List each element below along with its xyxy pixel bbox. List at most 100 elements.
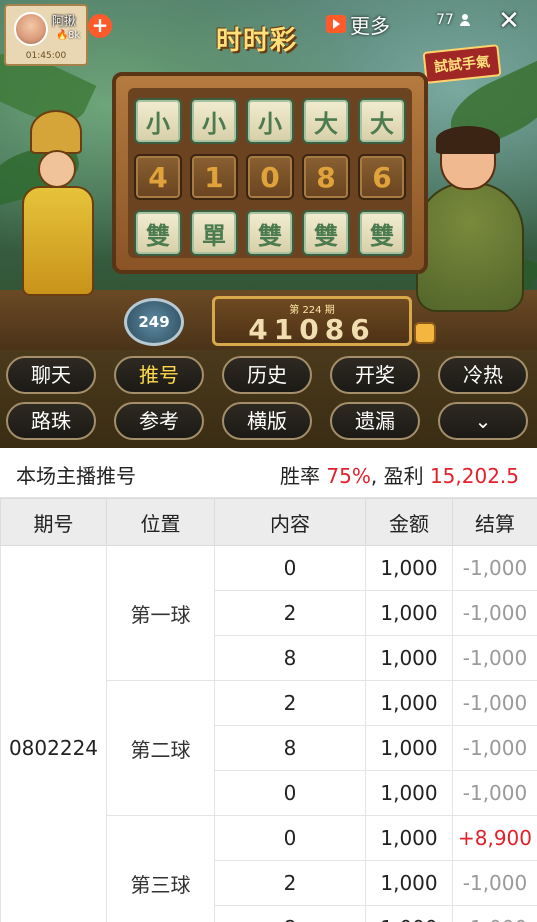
result-cell: -1,000	[452, 770, 537, 816]
win-rate-value: 75%	[326, 464, 371, 488]
history-button[interactable]: 历史	[222, 356, 312, 394]
content-cell: 8	[214, 905, 366, 922]
king-character-illustration	[8, 110, 108, 330]
host-avatar[interactable]	[14, 12, 48, 46]
issue-result-box: 第 224 期 41086	[212, 296, 412, 346]
parity-row: 雙 單 雙 雙 雙	[134, 210, 406, 256]
draw-button[interactable]: 开奖	[330, 356, 420, 394]
follow-plus-button[interactable]: +	[88, 14, 112, 38]
result-cell: -1,000	[452, 860, 537, 906]
parity-tile: 雙	[134, 210, 182, 256]
game-banner: 阿揪 🔥 8k 01:45:00 + 时时彩 更多 77 ✕ 試試手氣 小 小 …	[0, 0, 537, 350]
host-fans-count: 8k	[68, 30, 81, 41]
viewer-count[interactable]: 77	[436, 12, 470, 28]
header-content: 内容	[214, 498, 366, 546]
game-title: 时时彩	[216, 26, 298, 56]
win-rate-label: 胜率	[280, 464, 321, 488]
parity-tile: 單	[190, 210, 238, 256]
size-tile: 小	[134, 98, 182, 144]
content-cell: 0	[214, 815, 366, 861]
person-icon	[459, 14, 470, 26]
try-luck-badge[interactable]: 試試手氣	[422, 44, 502, 84]
chat-button[interactable]: 聊天	[6, 356, 96, 394]
recommend-section-header: 本场主播推号 胜率 75%, 盈利 15,202.5	[0, 448, 537, 498]
period-cell: 0802224	[0, 545, 107, 922]
recommend-table: 期号 位置 内容 金额 结算 0802224 第一球 0 1,000 -1,00…	[0, 498, 537, 922]
parity-tile: 雙	[246, 210, 294, 256]
sound-toggle-icon[interactable]	[414, 322, 436, 344]
profit-label: 盈利	[383, 464, 424, 488]
parity-tile: 雙	[302, 210, 350, 256]
issue-number: 41086	[248, 313, 376, 346]
recommend-table-container[interactable]: 期号 位置 内容 金额 结算 0802224 第一球 0 1,000 -1,00…	[0, 498, 537, 922]
content-cell: 2	[214, 680, 366, 726]
profit-value: 15,202.5	[429, 464, 519, 488]
header-amount: 金额	[365, 498, 453, 546]
amount-cell: 1,000	[365, 905, 453, 922]
close-button[interactable]: ✕	[494, 6, 524, 36]
section-title: 本场主播推号	[16, 464, 136, 488]
header-position: 位置	[106, 498, 215, 546]
amount-cell: 1,000	[365, 860, 453, 906]
ogre-character-illustration	[410, 126, 530, 340]
result-cell: -1,000	[452, 905, 537, 922]
amount-cell: 1,000	[365, 725, 453, 771]
fire-icon: 🔥	[56, 30, 69, 41]
host-name: 阿揪	[52, 14, 77, 28]
parity-tile: 雙	[358, 210, 406, 256]
amount-cell: 1,000	[365, 545, 453, 591]
host-card[interactable]: 阿揪 🔥 8k 01:45:00	[4, 4, 88, 66]
position-cell: 第三球	[106, 815, 215, 922]
amount-cell: 1,000	[365, 770, 453, 816]
header-result: 结算	[452, 498, 537, 546]
reference-button[interactable]: 参考	[114, 402, 204, 440]
number-tile: 0	[246, 154, 294, 200]
amount-cell: 1,000	[365, 815, 453, 861]
missing-button[interactable]: 遗漏	[330, 402, 420, 440]
content-cell: 8	[214, 635, 366, 681]
header-period: 期号	[0, 498, 107, 546]
result-cell: -1,000	[452, 680, 537, 726]
function-button-panel: 聊天 推号 历史 开奖 冷热 路珠 参考 横版 遗漏 ⌄	[0, 350, 537, 448]
size-tile: 大	[302, 98, 350, 144]
number-row: 4 1 0 8 6	[134, 154, 406, 200]
size-tile: 小	[246, 98, 294, 144]
size-tile: 小	[190, 98, 238, 144]
result-cell: +8,900	[452, 815, 537, 861]
amount-cell: 1,000	[365, 680, 453, 726]
result-board: 小 小 小 大 大 4 1 0 8 6 雙 單 雙 雙 雙	[112, 72, 428, 274]
number-tile: 4	[134, 154, 182, 200]
amount-cell: 1,000	[365, 635, 453, 681]
video-play-icon	[326, 15, 346, 33]
recommend-button[interactable]: 推号	[114, 356, 204, 394]
amount-cell: 1,000	[365, 590, 453, 636]
table-row: 0802224 第一球 0 1,000 -1,000	[0, 545, 537, 922]
result-cell: -1,000	[452, 725, 537, 771]
number-tile: 1	[190, 154, 238, 200]
landscape-button[interactable]: 横版	[222, 402, 312, 440]
countdown-timer: 249	[124, 298, 184, 346]
viewer-count-value: 77	[436, 12, 454, 28]
more-label: 更多	[350, 13, 390, 38]
number-tile: 6	[358, 154, 406, 200]
content-cell: 2	[214, 590, 366, 636]
stats-separator: ,	[370, 464, 378, 488]
host-live-time: 01:45:00	[25, 51, 67, 61]
position-cell: 第一球	[106, 545, 215, 681]
expand-chevron-button[interactable]: ⌄	[438, 402, 528, 440]
content-cell: 0	[214, 770, 366, 816]
result-cell: -1,000	[452, 635, 537, 681]
host-stats: 胜率 75%, 盈利 15,202.5	[280, 460, 519, 489]
number-tile: 8	[302, 154, 350, 200]
content-cell: 2	[214, 860, 366, 906]
position-cell: 第二球	[106, 680, 215, 816]
size-tile: 大	[358, 98, 406, 144]
road-bead-button[interactable]: 路珠	[6, 402, 96, 440]
size-row: 小 小 小 大 大	[134, 98, 406, 144]
more-button[interactable]: 更多	[326, 10, 390, 38]
content-cell: 8	[214, 725, 366, 771]
result-cell: -1,000	[452, 590, 537, 636]
result-cell: -1,000	[452, 545, 537, 591]
hot-cold-button[interactable]: 冷热	[438, 356, 528, 394]
content-cell: 0	[214, 545, 366, 591]
